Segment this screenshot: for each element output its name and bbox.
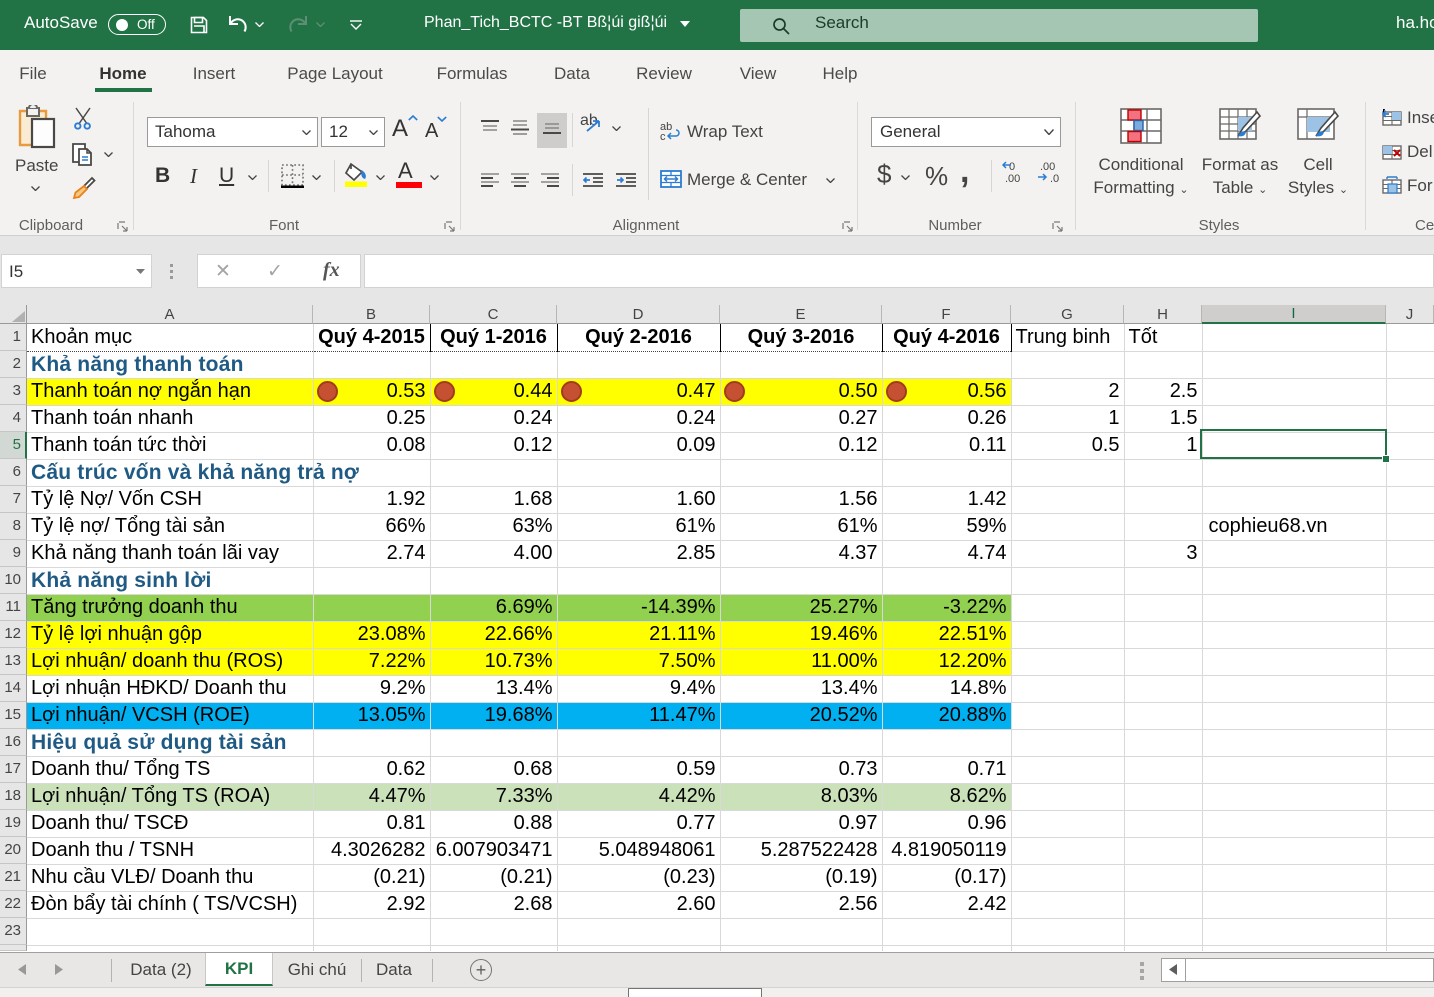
svg-text:.0: .0 <box>1050 173 1059 183</box>
svg-text:0: 0 <box>1009 161 1015 173</box>
svg-text:.00: .00 <box>1040 161 1055 173</box>
svg-text:c: c <box>660 131 666 141</box>
svg-text:.00: .00 <box>1005 173 1020 183</box>
